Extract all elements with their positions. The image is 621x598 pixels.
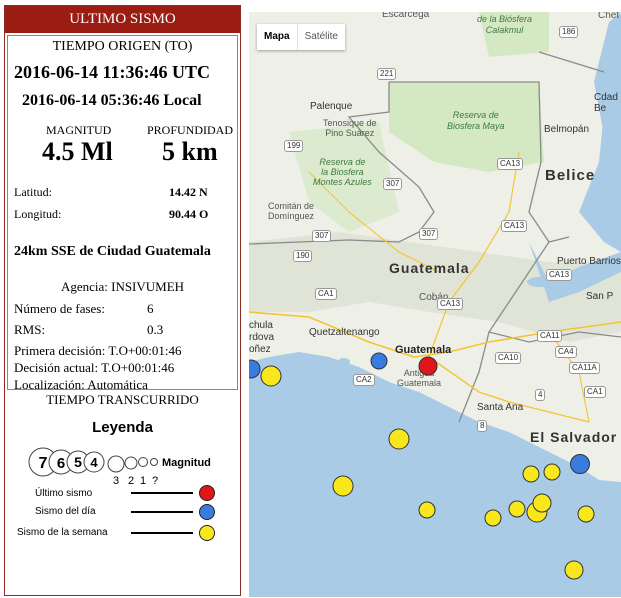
local-time: 2016-06-14 05:36:46 Local — [22, 92, 202, 109]
quake-week-marker — [564, 560, 584, 580]
earthquake-markers[interactable] — [249, 12, 621, 597]
elapsed-time-label: TIEMPO TRANSCURRIDO — [46, 392, 199, 407]
panel-title: ULTIMO SISMO — [5, 6, 240, 33]
legend-latest-dot — [199, 485, 215, 501]
legend-day-label: Sismo del día — [35, 506, 96, 517]
quake-week-marker — [484, 509, 502, 527]
magnitude-value: 4.5 Ml — [42, 137, 113, 166]
legend-digit-unknown: ? — [152, 475, 158, 487]
legend-digit-1: 1 — [140, 475, 146, 487]
origin-time-label: TIEMPO ORIGEN (TO) — [52, 39, 193, 54]
legend-digit-6: 6 — [57, 455, 65, 472]
legend-latest-label: Último sismo — [35, 486, 93, 499]
depth-value: 5 km — [162, 137, 218, 166]
legend-digit-7: 7 — [39, 455, 48, 472]
legend-digit-2: 2 — [128, 475, 134, 487]
rms-value: 0.3 — [147, 322, 164, 337]
magnitude-label: MAGNITUD — [46, 123, 112, 137]
longitude-label: Longitud: — [14, 207, 62, 221]
quake-week-marker — [522, 465, 540, 483]
quake-day-marker — [570, 454, 590, 474]
legend-circle-1 — [138, 457, 148, 467]
latest-quake-details: TIEMPO ORIGEN (TO) 2016-06-14 11:36:46 U… — [7, 35, 238, 392]
quake-week-marker — [388, 428, 410, 450]
depth-label: PROFUNDIDAD — [147, 123, 234, 137]
location-description: 24km SSE de Ciudad Guatemala — [14, 244, 211, 259]
legend-digit-3: 3 — [113, 475, 119, 487]
quake-week-marker — [260, 365, 282, 387]
quake-day-marker — [249, 359, 261, 379]
legend-day-dot — [199, 504, 215, 520]
rms-label: RMS: — [14, 322, 46, 337]
phases-label: Número de fases: — [14, 301, 105, 316]
legend-week-label: Sismo de la semana — [17, 527, 108, 538]
agency: Agencia: INSIVUMEH — [60, 279, 185, 294]
legend-circle-2 — [124, 456, 138, 470]
legend-circle-3 — [107, 455, 125, 473]
localization: Localización: Automática — [14, 377, 148, 392]
current-decision: Decisión actual: T.O+00:01:46 — [14, 360, 175, 375]
quake-week-marker — [532, 493, 552, 513]
legend-week-dot — [199, 525, 215, 541]
legend-circle-unknown — [150, 458, 158, 466]
latitude-label: Latitud: — [14, 185, 52, 199]
legend-title: Leyenda — [92, 419, 153, 436]
legend-magnitude-text: Magnitud — [162, 457, 211, 469]
quake-week-marker — [577, 505, 595, 523]
legend-digit-4: 4 — [90, 455, 98, 470]
first-decision: Primera decisión: T.O+00:01:46 — [14, 343, 182, 358]
utc-time: 2016-06-14 11:36:46 UTC — [14, 62, 210, 82]
quake-day-marker — [370, 352, 388, 370]
phases-value: 6 — [147, 301, 154, 316]
quake-latest-marker — [418, 356, 438, 376]
quake-week-marker — [508, 500, 526, 518]
longitude-value: 90.44 O — [169, 207, 209, 221]
earthquake-info-panel: ULTIMO SISMO TIEMPO ORIGEN (TO) 2016-06-… — [4, 5, 241, 596]
quake-week-marker — [332, 475, 354, 497]
seismic-map[interactable]: Mapa Satélite Escárcega de la Biósfera C… — [249, 12, 621, 597]
legend-digit-5: 5 — [74, 454, 82, 470]
legend-graphic: 7 6 5 4 Magnitud 3 2 1 ? Último sismo Si… — [17, 447, 215, 541]
quake-week-marker — [543, 463, 561, 481]
quake-week-marker — [418, 501, 436, 519]
latitude-value: 14.42 N — [169, 185, 208, 199]
